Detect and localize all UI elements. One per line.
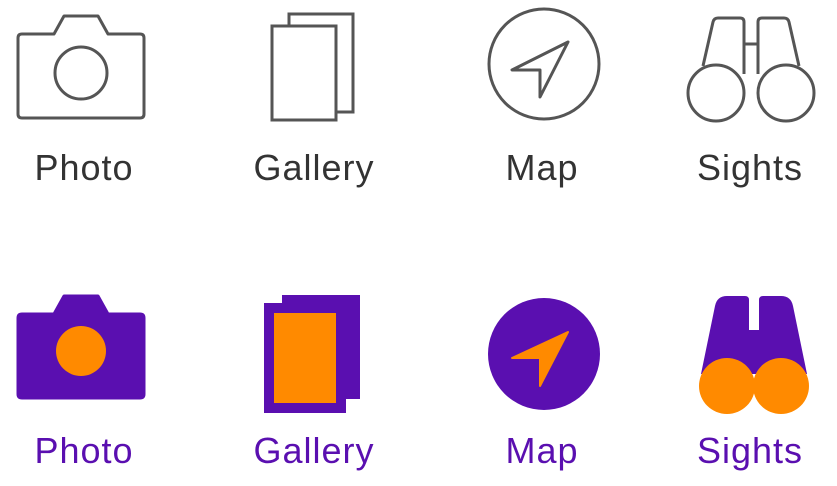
tab-sights-label: Sights — [696, 430, 804, 471]
camera-icon — [14, 12, 148, 122]
gallery-icon — [269, 11, 359, 123]
tab-map-label: Map — [505, 147, 579, 188]
binoculars-icon — [685, 14, 817, 126]
gallery-icon — [262, 294, 362, 414]
tab-map-label: Map — [505, 430, 579, 471]
binoculars-icon — [697, 294, 811, 414]
tab-gallery-label: Gallery — [253, 147, 375, 188]
tab-photo-label: Photo — [34, 147, 134, 188]
navigation-arrow-icon — [486, 296, 602, 412]
tab-gallery-label: Gallery — [253, 430, 375, 471]
tab-photo-label: Photo — [34, 430, 134, 471]
tab-sights-label: Sights — [696, 147, 804, 188]
camera-icon — [14, 292, 148, 402]
navigation-arrow-icon — [486, 6, 602, 122]
